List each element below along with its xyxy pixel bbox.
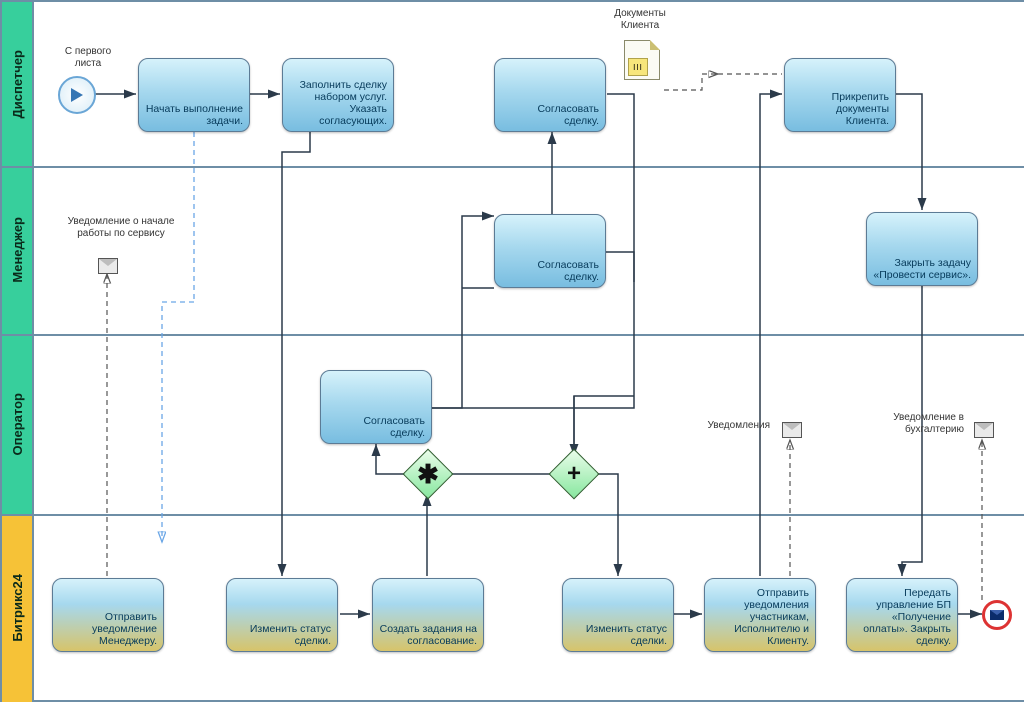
- task-send-notifications[interactable]: Отправить уведомления участникам, Исполн…: [704, 578, 816, 652]
- message-end-event[interactable]: [982, 600, 1012, 630]
- task-attach-docs[interactable]: Прикрепить документы Клиента.: [784, 58, 896, 132]
- envelope-icon: [974, 422, 994, 438]
- lane-header-operator: Оператор: [2, 334, 34, 514]
- task-change-status-2[interactable]: Изменить статус сделки.: [562, 578, 674, 652]
- task-approve-dispatcher[interactable]: Согласовать сделку.: [494, 58, 606, 132]
- notify-accounting-label: Уведомление в бухгалтерию: [882, 412, 964, 436]
- bpmn-diagram: Диспетчер Менеджер Оператор Битрикс24: [0, 0, 1024, 702]
- envelope-icon: [98, 258, 118, 274]
- lane-separator: [2, 334, 1024, 336]
- lane-header-dispatcher: Диспетчер: [2, 2, 34, 166]
- parallel-gateway[interactable]: +: [556, 456, 592, 492]
- notify-start-label: Уведомление о начале работы по сервису: [66, 216, 176, 240]
- task-notify-manager[interactable]: Отправить уведомление Менеджеру.: [52, 578, 164, 652]
- lane-header-bitrix: Битрикс24: [2, 514, 34, 702]
- lane-header-manager: Менеджер: [2, 166, 34, 334]
- lane-separator: [2, 166, 1024, 168]
- doc-label: Документы Клиента: [600, 8, 680, 32]
- lane-separator: [2, 514, 1024, 516]
- task-handoff-bp[interactable]: Передать управление БП «Получение оплаты…: [846, 578, 958, 652]
- notifications-label: Уведомления: [690, 420, 770, 432]
- start-label: С первого листа: [52, 46, 124, 70]
- task-start-work[interactable]: Начать выполнение задачи.: [138, 58, 250, 132]
- envelope-icon: [782, 422, 802, 438]
- task-change-status-1[interactable]: Изменить статус сделки.: [226, 578, 338, 652]
- task-approve-operator[interactable]: Согласовать сделку.: [320, 370, 432, 444]
- link-catch-event[interactable]: [58, 76, 96, 114]
- task-close-service-task[interactable]: Закрыть задачу «Провести сервис».: [866, 212, 978, 286]
- task-fill-deal[interactable]: Заполнить сделку набором услуг. Указать …: [282, 58, 394, 132]
- task-create-approval-tasks[interactable]: Создать задания на согласование.: [372, 578, 484, 652]
- data-object-icon: III: [624, 40, 660, 86]
- task-approve-manager[interactable]: Согласовать сделку.: [494, 214, 606, 288]
- complex-gateway[interactable]: ✱: [410, 456, 446, 492]
